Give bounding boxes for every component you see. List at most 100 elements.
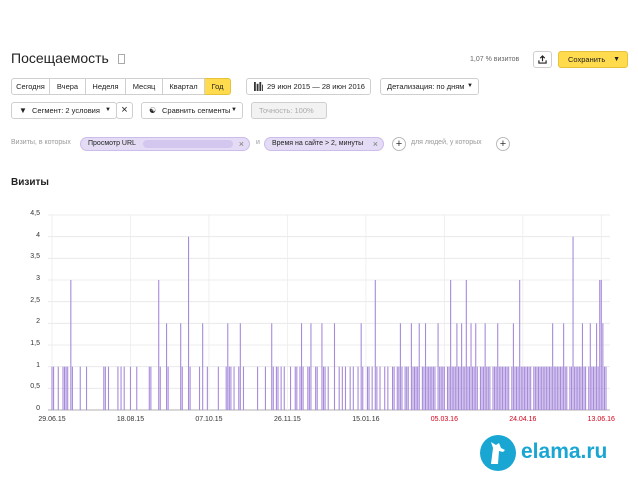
bar xyxy=(57,366,59,410)
bar xyxy=(526,366,529,410)
bar xyxy=(537,366,540,410)
bar xyxy=(461,323,463,410)
bar xyxy=(555,366,557,410)
bar xyxy=(544,366,546,410)
bar xyxy=(418,323,420,410)
bar xyxy=(574,366,576,410)
bar xyxy=(407,366,409,410)
x-tick-label: 18.08.15 xyxy=(116,416,145,423)
bar xyxy=(592,366,594,410)
bar xyxy=(307,366,309,410)
bar xyxy=(446,366,449,410)
bar xyxy=(104,366,106,410)
bar xyxy=(497,323,499,410)
bar xyxy=(434,366,436,410)
bar xyxy=(566,366,568,410)
bar xyxy=(264,366,266,410)
bar xyxy=(360,323,362,410)
bar xyxy=(338,366,340,410)
bar xyxy=(534,366,536,410)
bar xyxy=(79,366,81,410)
bar xyxy=(450,280,452,410)
bar xyxy=(591,366,593,410)
bar xyxy=(65,366,67,410)
bar xyxy=(467,366,469,410)
bar xyxy=(322,366,325,410)
bar xyxy=(62,366,64,410)
bar xyxy=(51,366,53,410)
bar xyxy=(362,366,364,410)
bar xyxy=(341,366,343,410)
bar xyxy=(536,366,538,410)
bar xyxy=(602,323,604,410)
bar xyxy=(327,366,329,410)
bar xyxy=(180,323,182,410)
bar xyxy=(352,366,354,410)
bar xyxy=(64,366,66,410)
bar xyxy=(459,366,461,410)
bar xyxy=(468,366,471,410)
bar xyxy=(406,366,408,410)
bar xyxy=(225,366,227,410)
bar xyxy=(583,366,585,410)
bar xyxy=(511,366,513,410)
bar xyxy=(53,366,55,410)
bar xyxy=(442,366,444,410)
bar xyxy=(421,366,423,410)
bar xyxy=(429,366,431,410)
bar xyxy=(457,366,460,410)
bar xyxy=(515,366,518,410)
bar xyxy=(277,366,279,410)
bar xyxy=(558,366,560,410)
x-tick-label: 13.06.16 xyxy=(587,416,615,423)
bar xyxy=(519,280,521,410)
bar xyxy=(431,366,433,410)
bar xyxy=(456,323,458,410)
bar xyxy=(123,366,125,410)
bar xyxy=(299,366,301,410)
bar xyxy=(392,366,394,410)
bar xyxy=(202,323,204,410)
x-tick-label: 26.11.15 xyxy=(274,416,301,423)
bar xyxy=(599,280,601,410)
bar xyxy=(481,366,483,410)
bar xyxy=(136,366,138,410)
x-tick-label: 29.06.15 xyxy=(38,416,66,423)
bar xyxy=(484,323,486,410)
bar xyxy=(552,323,554,410)
bar xyxy=(413,366,416,410)
bar xyxy=(230,366,232,410)
bar xyxy=(585,366,587,410)
bar xyxy=(404,366,406,410)
bar xyxy=(71,366,73,410)
bar xyxy=(410,323,412,410)
bar xyxy=(514,366,516,410)
bar xyxy=(541,366,543,410)
bar xyxy=(475,323,477,410)
bar xyxy=(547,366,549,410)
bar xyxy=(489,366,491,410)
bar xyxy=(600,280,602,410)
bar xyxy=(589,323,591,410)
bar xyxy=(148,366,150,410)
bar xyxy=(423,366,425,410)
bar xyxy=(412,366,414,410)
bar xyxy=(424,323,427,410)
bar xyxy=(451,366,453,410)
bar xyxy=(316,366,318,410)
bar xyxy=(129,366,132,410)
bar xyxy=(228,366,230,410)
bar xyxy=(577,366,579,410)
bar xyxy=(275,366,277,410)
bar xyxy=(523,366,525,410)
bar xyxy=(321,323,323,410)
bar xyxy=(289,366,292,410)
x-tick-label: 07.10.15 xyxy=(195,416,223,423)
bar xyxy=(517,366,519,410)
bar xyxy=(103,366,105,410)
bar xyxy=(572,236,574,410)
bar xyxy=(398,366,400,410)
bar xyxy=(67,366,69,410)
bar xyxy=(70,280,72,410)
bar xyxy=(189,366,191,410)
